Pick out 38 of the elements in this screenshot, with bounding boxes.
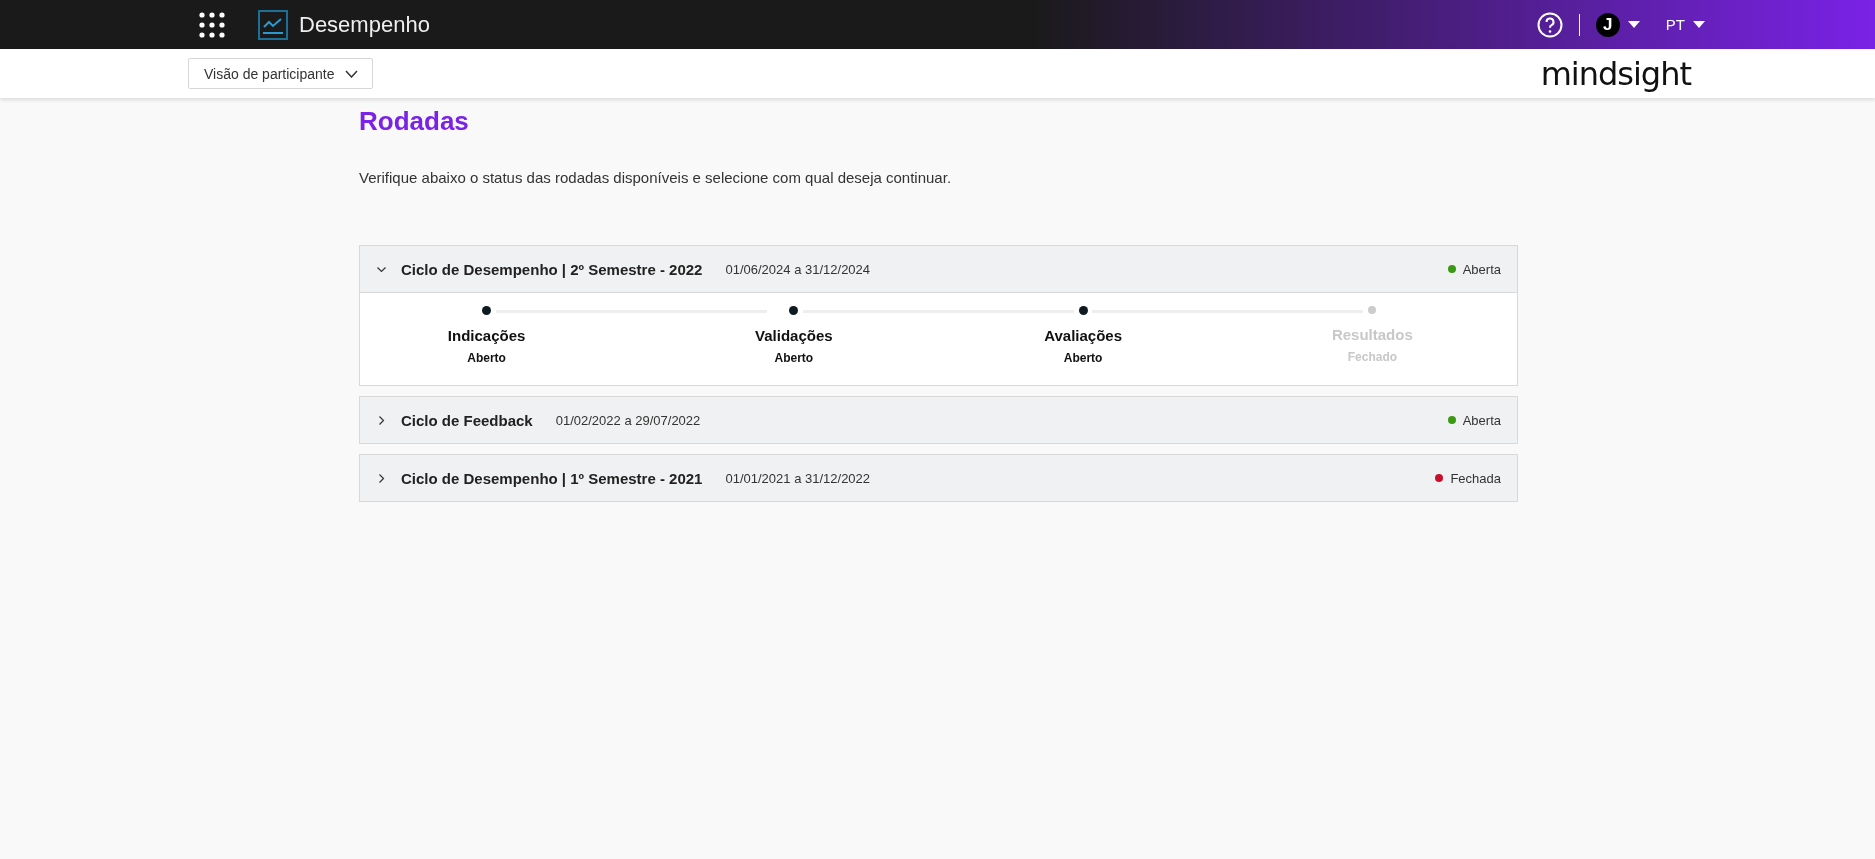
caret-icon <box>1693 21 1705 28</box>
chevron-right-icon <box>377 473 386 483</box>
round-title: Ciclo de Desempenho | 1º Semestre - 2021 <box>401 469 703 487</box>
step-name: Avaliações <box>1044 327 1123 344</box>
step-status: Aberto <box>467 351 506 365</box>
step-status: Aberto <box>1063 351 1103 365</box>
round-dates: 01/06/2024 a 31/12/2024 <box>725 261 871 277</box>
help-icon[interactable] <box>1536 11 1563 38</box>
round-title: Ciclo de Feedback <box>401 411 533 429</box>
round-header[interactable]: Ciclo de Feedback 01/02/2022 a 29/07/2022 Aberta <box>360 397 1517 443</box>
chart-logo-icon <box>258 9 288 40</box>
app-title: Desempenho <box>299 11 430 38</box>
apps-grid-icon[interactable] <box>199 11 225 38</box>
step-marker <box>1078 306 1088 315</box>
round-status: Aberta <box>1462 261 1501 277</box>
round-header[interactable]: Ciclo de Desempenho | 2º Semestre - 2022 01/06/2024 a 31/12/2024 Aberta <box>360 246 1517 292</box>
round-header[interactable]: Ciclo de Desempenho | 1º Semestre - 2021 01/01/2021 a 31/12/2022 Fechada <box>360 455 1517 501</box>
user-avatar[interactable]: J <box>1595 12 1620 37</box>
language-selector[interactable]: PT <box>1665 16 1705 33</box>
step-marker <box>482 306 492 315</box>
round-title: Ciclo de Desempenho | 2º Semestre - 2022 <box>401 260 703 278</box>
round-dates: 01/02/2022 a 29/07/2022 <box>555 412 701 428</box>
chevron-down-icon <box>377 264 386 274</box>
step-marker <box>1368 306 1377 314</box>
step-status: Aberto <box>774 351 814 365</box>
brand-logo: mindsight <box>1540 54 1691 93</box>
page-description: Verifique abaixo o status das rodadas disponíveis e selecione com qual deseja continuar. <box>359 169 953 186</box>
page-title: Rodadas <box>359 106 470 138</box>
chevron-right-icon <box>377 415 386 425</box>
round-status: Fechada <box>1450 470 1501 486</box>
step-name: Validações <box>755 327 833 344</box>
step-marker <box>789 306 799 315</box>
round-status: Aberta <box>1462 412 1501 428</box>
step-name: Indicações <box>447 327 526 344</box>
round-dates: 01/01/2021 a 31/12/2022 <box>725 470 871 486</box>
view-selector[interactable]: Visão de participante <box>188 58 373 89</box>
caret-icon[interactable] <box>1627 21 1640 28</box>
chevron-down-icon <box>344 69 358 78</box>
